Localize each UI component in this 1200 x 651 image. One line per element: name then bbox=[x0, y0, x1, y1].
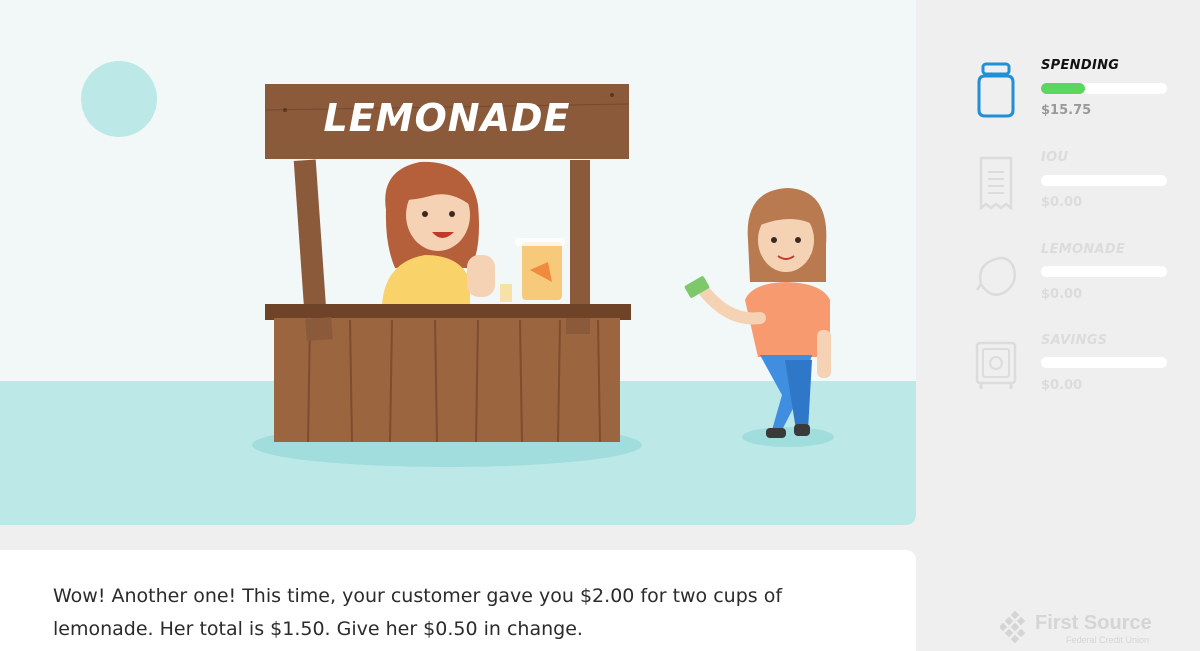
logo-name: First Source bbox=[1035, 612, 1152, 634]
customer-shadow bbox=[742, 427, 834, 447]
jar-amount: $0.00 bbox=[1041, 195, 1083, 210]
logo-subtitle: Federal Credit Union bbox=[1066, 635, 1150, 645]
post-foot-left bbox=[305, 317, 333, 341]
dialog-text: Wow! Another one! This time, your custom… bbox=[53, 585, 783, 640]
jar-progress-bar bbox=[1041, 357, 1167, 368]
post-foot-right bbox=[566, 318, 590, 334]
safe-icon bbox=[971, 333, 1021, 403]
first-source-logo: First Source Federal Credit Union bbox=[1000, 610, 1190, 648]
jar-title: SPENDING bbox=[1041, 58, 1120, 73]
sun-circle bbox=[81, 61, 157, 137]
jar-title: IOU bbox=[1041, 150, 1069, 165]
lemon-icon bbox=[971, 242, 1021, 312]
jar-amount: $0.00 bbox=[1041, 378, 1083, 393]
jar-amount: $15.75 bbox=[1041, 103, 1092, 118]
jar-progress-bar bbox=[1041, 266, 1167, 277]
jar-title: SAVINGS bbox=[1041, 333, 1108, 348]
stand-sign-title: LEMONADE bbox=[323, 96, 571, 140]
jar-icon bbox=[971, 58, 1021, 128]
seller-girl bbox=[382, 161, 495, 305]
jar-progress-bar bbox=[1041, 83, 1167, 94]
jar-progress-bar bbox=[1041, 175, 1167, 186]
counter-top bbox=[265, 304, 631, 320]
lemonade-stand-scene: LEMONADE bbox=[0, 0, 916, 525]
jar-title: LEMONADE bbox=[1041, 242, 1126, 257]
receipt-icon bbox=[971, 150, 1021, 220]
logo-mark-icon bbox=[1000, 610, 1026, 644]
jar-amount: $0.00 bbox=[1041, 287, 1083, 302]
pitcher bbox=[500, 238, 565, 302]
dialog-box: Wow! Another one! This time, your custom… bbox=[0, 550, 916, 651]
jars-sidebar: SPENDING $15.75 IOU $0.00 LEMONADE $0.00… bbox=[916, 0, 1200, 651]
jar-progress-fill bbox=[1041, 83, 1086, 94]
scene-illustration bbox=[0, 61, 916, 525]
